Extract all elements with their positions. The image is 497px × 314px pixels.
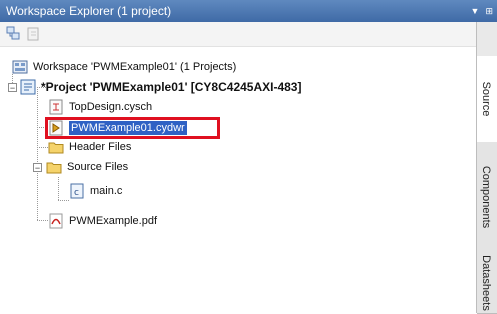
folder-icon <box>48 139 64 155</box>
workspace-label: Workspace 'PWMExample01' (1 Projects) <box>33 61 237 73</box>
pdf-icon <box>48 213 64 229</box>
tree-item-label: main.c <box>90 185 123 197</box>
tab-label: Datasheets <box>480 254 492 311</box>
project-icon <box>20 79 36 95</box>
tree-item-label: PWMExample.pdf <box>69 215 158 227</box>
panel-dropdown-icon[interactable]: ▼ <box>471 0 480 22</box>
project-label: *Project 'PWMExample01' [CY8C4245AXI-483… <box>41 80 302 94</box>
project-tree: Workspace 'PWMExample01' (1 Projects) − … <box>0 47 477 313</box>
tree-item-header-files[interactable]: Header Files <box>48 137 131 157</box>
collapse-all-icon <box>6 26 20 40</box>
workspace-icon <box>12 59 28 75</box>
schematic-icon <box>48 99 64 115</box>
tab-components[interactable]: Components <box>477 142 497 253</box>
tree-item-topdesign[interactable]: TopDesign.cysch <box>48 97 152 117</box>
toolbar <box>0 22 477 47</box>
tab-label: Components <box>480 165 492 229</box>
tree-line <box>58 200 69 201</box>
c-file-icon: c <box>69 183 85 199</box>
tab-datasheets[interactable]: Datasheets <box>477 252 497 314</box>
titlebar-controls: ▼ ⊞ <box>471 0 493 22</box>
tree-line <box>37 220 48 221</box>
tree-item-main-c[interactable]: c main.c <box>69 181 122 201</box>
tree-item-label: TopDesign.cysch <box>69 101 153 113</box>
tree-item-label: Header Files <box>69 141 132 153</box>
panel-titlebar: Workspace Explorer (1 project) ▼ ⊞ <box>0 0 497 22</box>
tree-item-pdf[interactable]: PWMExample.pdf <box>48 211 157 231</box>
highlight-box <box>45 117 220 139</box>
tree-line <box>37 147 48 148</box>
collapse-project-toggle[interactable]: − <box>8 82 17 92</box>
project-node[interactable]: − *Project 'PWMExample01' [CY8C4245AXI-4… <box>8 77 301 97</box>
collapse-all-button[interactable] <box>6 26 23 42</box>
tree-line <box>37 87 38 220</box>
refresh-button[interactable] <box>26 26 43 42</box>
folder-icon <box>46 159 62 175</box>
svg-text:c: c <box>74 188 79 198</box>
tab-label: Source <box>480 81 492 117</box>
refresh-icon <box>27 27 39 41</box>
workspace-node[interactable]: Workspace 'PWMExample01' (1 Projects) <box>12 57 236 77</box>
tab-source[interactable]: Source <box>477 56 497 143</box>
side-tabs: Source Components Datasheets <box>476 22 497 314</box>
tree-item-source-files[interactable]: − Source Files <box>33 157 128 177</box>
panel-title: Workspace Explorer (1 project) <box>6 4 172 18</box>
pin-icon[interactable]: ⊞ <box>485 0 493 22</box>
collapse-source-files-toggle[interactable]: − <box>33 162 42 172</box>
tree-line <box>58 177 59 200</box>
tree-item-label: Source Files <box>67 161 129 173</box>
